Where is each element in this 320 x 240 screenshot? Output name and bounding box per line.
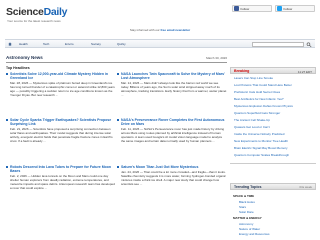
newsletter-promo: Stay informed with our free email newsle… xyxy=(0,28,320,32)
story-summary: Feb. 21, 2026 — Scientists have proposed… xyxy=(10,126,113,144)
breaking-item[interactable]: Brain Electric Signal May Boost Memory xyxy=(234,146,288,150)
trending-scope: this week xyxy=(299,185,312,190)
story-bullet-icon xyxy=(6,165,9,168)
trending-header: Trending Topics this week xyxy=(230,183,316,190)
site-tagline: Your source for the latest research news xyxy=(7,19,61,23)
nav-society[interactable]: Society xyxy=(91,42,101,46)
story-headline[interactable]: Saturn's Moon Titan Just Got More Myster… xyxy=(121,165,227,169)
story-bullet-icon xyxy=(117,118,120,121)
twitter-icon xyxy=(277,6,282,11)
story-headline[interactable]: Scientists Solve 12,000-year-old Climate… xyxy=(10,72,116,80)
breaking-item[interactable]: The Ancient Cell Shake-Up xyxy=(234,118,270,122)
section-date: March 30, 2026 xyxy=(206,56,227,60)
page: ScienceDaily Your source for the latest … xyxy=(0,0,320,240)
breaking-item[interactable]: New Experiments to Monitor Tree Health xyxy=(234,139,288,143)
trending-title: Trending Topics xyxy=(234,185,262,189)
story-summary: Feb. 2, 2026 — Hidden lava tunnels on th… xyxy=(10,173,115,191)
newsletter-link[interactable]: free email newsletter xyxy=(161,28,191,32)
section-title: Astronomy News xyxy=(6,55,43,60)
trending-item[interactable]: Solar Flare xyxy=(239,210,254,214)
story-bullet-icon xyxy=(6,72,9,75)
story-headline[interactable]: NASA Launches Twin Spacecraft to Solve t… xyxy=(121,72,227,80)
nav-tech[interactable]: Tech xyxy=(43,42,49,46)
story-bullet-icon xyxy=(6,118,9,121)
story-summary: Jan. 24, 2026 — Titan could be a lot mor… xyxy=(121,169,226,186)
trending-group-label: MATTER & ENERGY xyxy=(233,216,262,220)
breaking-item[interactable]: Quantum Computer Scales Breakthrough xyxy=(234,153,289,157)
section-divider xyxy=(6,62,227,63)
story-summary: Mar. 28, 2026 — Mysterious spike of plat… xyxy=(10,80,115,98)
facebook-icon xyxy=(234,6,239,11)
story-card[interactable]: NASA Launches Twin Spacecraft to Solve t… xyxy=(121,72,227,113)
story-summary: Feb. 11, 2026 — NASA's Perseverance rove… xyxy=(121,126,225,144)
newsletter-prefix: Stay informed with our xyxy=(129,28,161,32)
trending-item[interactable]: Nature of Water xyxy=(239,227,260,231)
facebook-follow-label: Follow xyxy=(240,7,250,11)
home-icon[interactable] xyxy=(8,42,12,46)
story-card[interactable]: Scientists Solve 12,000-year-old Climate… xyxy=(10,72,116,113)
trending-group-label: SPACE & TIME xyxy=(233,194,255,198)
nav-health[interactable]: Health xyxy=(19,42,28,46)
story-card[interactable]: Robots Descend Into Lava Tubes to Prepar… xyxy=(10,165,116,235)
logo-science: Science xyxy=(6,6,44,18)
breaking-time: 11:27 EDT xyxy=(297,69,312,74)
site-logo[interactable]: ScienceDaily xyxy=(6,6,67,18)
story-headline[interactable]: Robots Descend Into Lava Tubes to Prepar… xyxy=(10,165,116,173)
sidebar-divider xyxy=(230,163,316,164)
breaking-header: Breaking 11:27 EDT xyxy=(230,67,316,74)
trending-item[interactable]: Astronomy xyxy=(239,222,253,226)
story-headline[interactable]: Solar Cycle Sparks Trigger Earthquakes? … xyxy=(10,118,116,126)
nav-quirky[interactable]: Quirky xyxy=(117,42,126,46)
breaking-item[interactable]: Quasars Get Loud or Can't xyxy=(234,125,270,129)
nav-enviro[interactable]: Enviro xyxy=(65,42,74,46)
main-nav: Health Tech Enviro Society Quirky xyxy=(5,39,315,48)
facebook-follow-button[interactable]: Follow xyxy=(232,5,272,12)
trending-item[interactable]: Energy and Resources xyxy=(239,232,270,236)
story-bullet-icon xyxy=(117,165,120,168)
breaking-title: Breaking xyxy=(234,69,250,73)
logo-daily: Daily xyxy=(43,6,68,18)
story-bullet-icon xyxy=(117,72,120,75)
breaking-item[interactable]: Inside the Universe Nobody Predicted xyxy=(234,132,284,136)
story-summary: Mar. 14, 2026 — Mars didn't always look … xyxy=(121,80,227,98)
trending-item[interactable]: Black Holes xyxy=(239,200,255,204)
search-icon[interactable] xyxy=(306,41,312,48)
breaking-item[interactable]: Mysterious Explosion Defies Known Physic… xyxy=(234,104,293,108)
story-card[interactable]: NASA's Perseverance Rover Completes the … xyxy=(121,118,227,163)
trending-item[interactable]: Stars xyxy=(239,205,246,209)
twitter-follow-label: Follow xyxy=(283,7,293,11)
breaking-item[interactable]: Best Antibiotics for New Infants: Yes? xyxy=(234,97,284,101)
search-input[interactable] xyxy=(252,41,304,47)
story-headline[interactable]: NASA's Perseverance Rover Completes the … xyxy=(121,118,227,126)
breaking-item[interactable]: Lost Proteins That Could Stand Here Bett… xyxy=(234,83,292,87)
breaking-item[interactable]: Prehistoric Cats Hold Secret Clues xyxy=(234,90,280,94)
breaking-item[interactable]: Lasers Can Stop Line Smoke xyxy=(234,76,273,80)
twitter-follow-button[interactable]: Follow xyxy=(275,5,315,12)
story-card[interactable]: Solar Cycle Sparks Trigger Earthquakes? … xyxy=(10,118,116,159)
top-headlines-label: Top Headlines xyxy=(6,66,30,70)
story-card[interactable]: Saturn's Moon Titan Just Got More Myster… xyxy=(121,165,227,235)
breaking-item[interactable]: Quantum Superfluid Gets Stronger xyxy=(234,111,280,115)
